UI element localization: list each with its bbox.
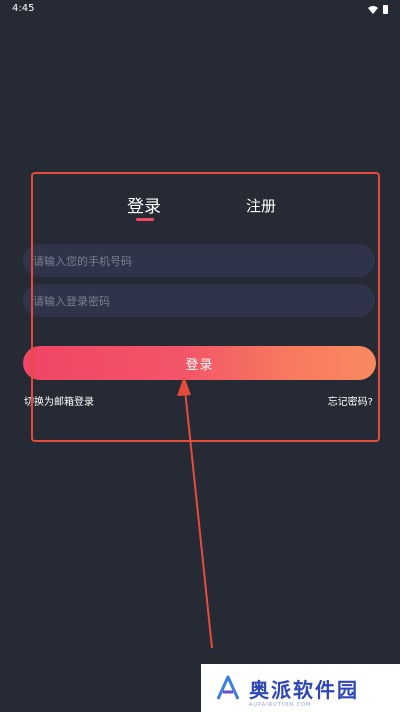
watermark-logo-icon — [216, 675, 240, 700]
status-time: 4:45 — [12, 3, 35, 14]
status-icons — [368, 5, 388, 14]
watermark: 奥派软件园 AUPAIRUTION.COM — [201, 664, 400, 712]
annotation-highlight-box — [31, 172, 380, 442]
watermark-subtext: AUPAIRUTION.COM — [249, 702, 312, 708]
status-bar: 4:45 — [0, 0, 400, 20]
login-screen: 4:45 登录 注册 请输入您的手机号码 请输入登录密码 登录 切换为邮箱登录 … — [0, 0, 400, 712]
wifi-icon — [368, 5, 378, 14]
watermark-brand: 奥派软件园 — [249, 677, 359, 702]
battery-icon — [383, 5, 388, 14]
